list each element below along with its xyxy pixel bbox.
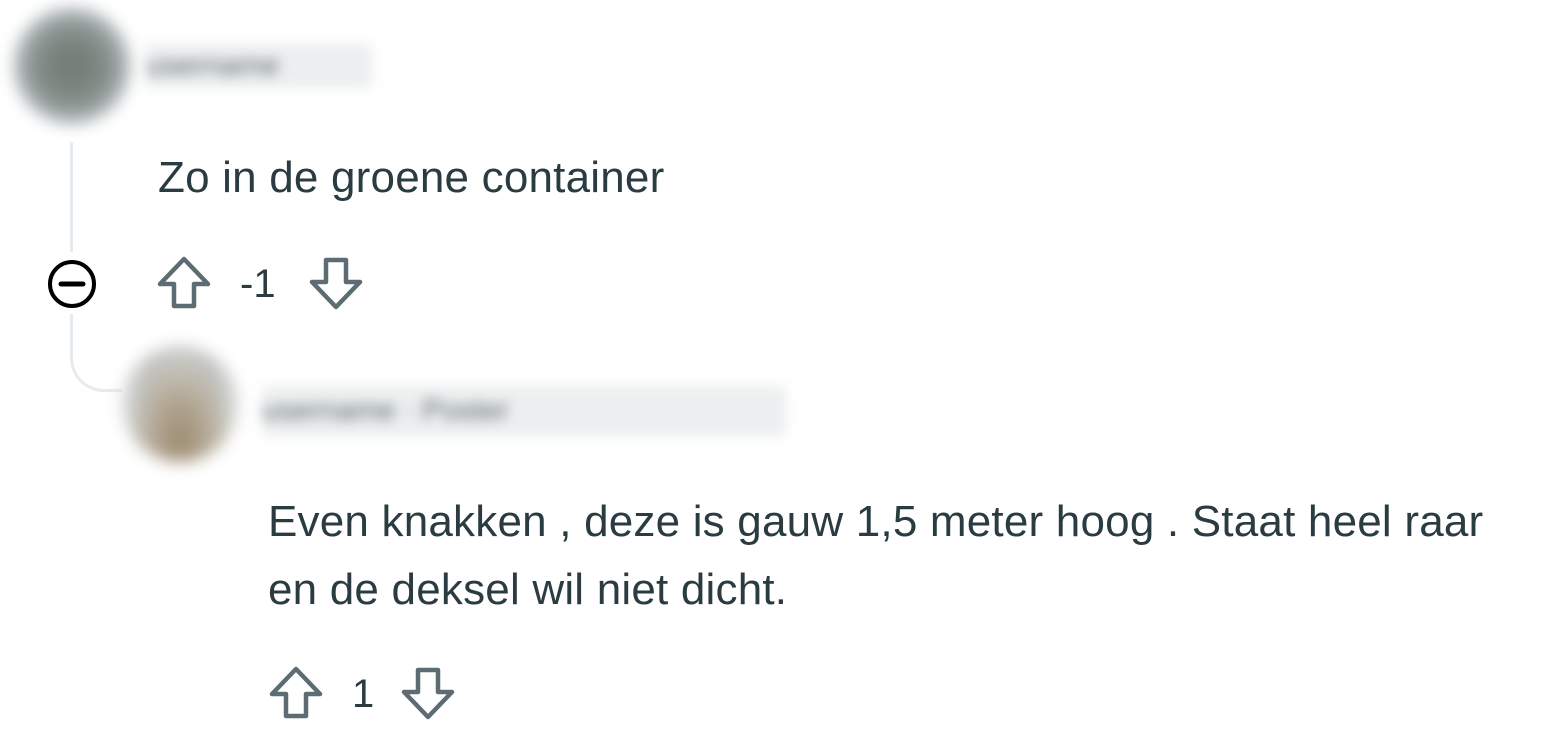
downvote-button[interactable] [400,664,456,722]
collapse-thread-button[interactable] [46,258,98,310]
avatar[interactable] [122,346,238,462]
arrow-up-outline-icon [269,666,323,719]
avatar[interactable] [14,8,130,124]
comment-author[interactable]: username · Poster [262,386,786,436]
arrow-down-outline-icon [309,257,363,310]
downvote-button[interactable] [308,254,364,312]
comment-author[interactable]: username [146,44,372,88]
upvote-button[interactable] [268,664,324,722]
upvote-button[interactable] [156,254,212,312]
thread-line [70,142,73,252]
reply-thread-connector [70,314,122,392]
comment-body: Zo in de groene container [158,153,665,202]
arrow-down-outline-icon [401,667,455,720]
vote-score: 1 [352,672,375,716]
arrow-up-outline-icon [157,256,211,309]
minus-circle-icon [48,260,96,308]
comment-body: Even knakken , deze is gauw 1,5 meter ho… [268,497,1484,614]
vote-score: -1 [240,262,276,306]
